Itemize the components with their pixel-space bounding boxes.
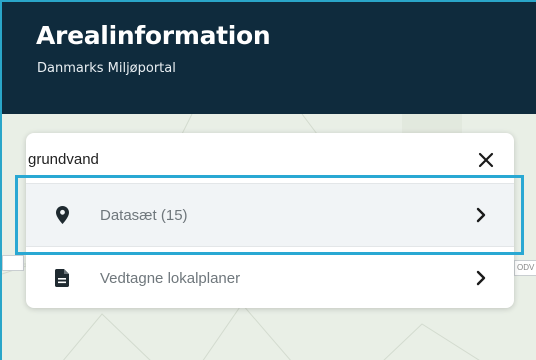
search-row xyxy=(26,133,514,183)
chevron-right-icon xyxy=(474,269,488,287)
result-label: Datasæt (15) xyxy=(100,206,188,224)
clear-search-button[interactable] xyxy=(472,146,500,174)
app-subtitle: Danmarks Miljøportal xyxy=(37,61,176,76)
map-pin-icon xyxy=(54,205,70,225)
app-title: Arealinformation xyxy=(36,21,271,50)
search-input[interactable] xyxy=(28,147,448,171)
map-road-label-right: ODV xyxy=(514,260,536,276)
result-label: Vedtagne lokalplaner xyxy=(100,269,241,287)
app-frame: Arealinformation Danmarks Miljøportal OD… xyxy=(0,0,536,360)
chevron-right-icon xyxy=(474,206,488,224)
document-icon xyxy=(54,268,70,288)
result-row-datasets[interactable]: Datasæt (15) xyxy=(26,184,514,246)
close-icon xyxy=(478,152,494,168)
search-panel: Datasæt (15) Vedtagne lokalplaner xyxy=(26,133,514,308)
result-row-local-plans[interactable]: Vedtagne lokalplaner xyxy=(26,247,514,308)
map-road-label-left xyxy=(2,255,24,271)
app-header: Arealinformation Danmarks Miljøportal xyxy=(2,2,536,114)
